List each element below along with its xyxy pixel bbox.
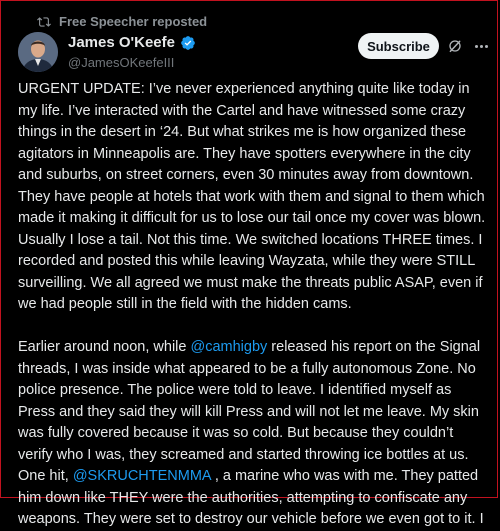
avatar[interactable]	[18, 32, 58, 72]
more-options-icon[interactable]	[472, 38, 490, 54]
repost-icon	[37, 16, 51, 27]
mention-link[interactable]: @camhigby	[191, 339, 268, 355]
post-text-segment: released his report on the Signal thread…	[18, 339, 481, 484]
author-name[interactable]: James O'Keefe	[68, 34, 175, 51]
repost-label: Free Speecher reposted	[59, 14, 208, 29]
author-name-row[interactable]: James O'Keefe	[68, 34, 196, 51]
post-text-segment: Earlier around noon, while	[18, 339, 191, 355]
post-text: URGENT UPDATE: I’ve never experienced an…	[18, 79, 488, 531]
author-handle[interactable]: @JamesOKeefeIII	[68, 55, 174, 70]
post-paragraph: URGENT UPDATE: I’ve never experienced an…	[18, 81, 486, 312]
subscribe-button[interactable]: Subscribe	[358, 33, 439, 59]
avatar-portrait	[18, 32, 58, 72]
grok-icon[interactable]	[447, 38, 463, 54]
repost-header[interactable]: Free Speecher reposted	[37, 14, 207, 29]
verified-badge-icon	[181, 35, 195, 50]
mention-link[interactable]: @SKRUCHTENMMA	[73, 468, 211, 484]
post-paragraph: Earlier around noon, while @camhigby rel…	[18, 337, 488, 531]
